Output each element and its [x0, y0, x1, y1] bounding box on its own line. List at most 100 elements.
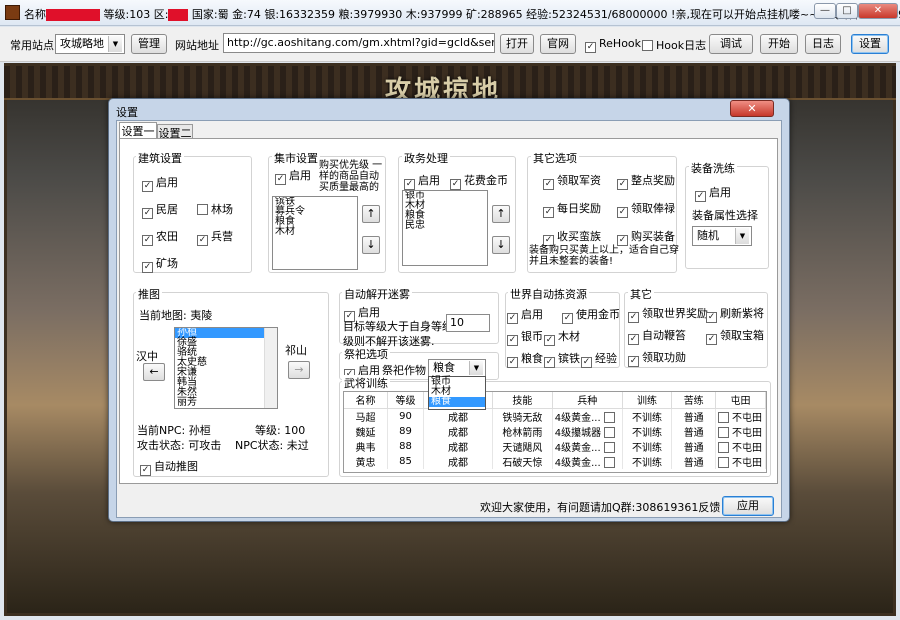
- other-checkbox[interactable]: ✓ 每日奖励: [543, 200, 601, 218]
- crop-select[interactable]: 粮食 ▼: [428, 359, 486, 377]
- url-input[interactable]: http://gc.aoshitang.com/gm.xhtml?gid=gcl…: [223, 33, 495, 53]
- column-header[interactable]: 兵种: [552, 392, 623, 409]
- misc-checkbox[interactable]: ✓ 领取宝箱: [706, 327, 764, 345]
- affairs-down-button[interactable]: ↓: [492, 236, 510, 254]
- misc-checkbox[interactable]: ✓ 领取功勋: [628, 349, 686, 367]
- crop-dropdown-list[interactable]: 银币 木材 粮食: [428, 376, 486, 410]
- market-priority-list[interactable]: 镔铁 募兵令 粮食 木材: [272, 196, 358, 270]
- general-troop[interactable]: 4级黄金...: [552, 438, 623, 454]
- equip-attr-select[interactable]: 随机 ▼: [692, 226, 752, 246]
- build-item-checkbox[interactable]: ✓ 农田: [142, 228, 178, 246]
- generals-table[interactable]: 名称 等级 技能 兵种 训练 苦练 屯田 马超 90 成都 铁骑无敌 4级黄金.…: [343, 391, 767, 473]
- hooklog-checkbox[interactable]: Hook日志: [642, 37, 706, 53]
- build-enable-checkbox[interactable]: ✓ 启用: [142, 174, 178, 192]
- list-item[interactable]: 木材: [273, 227, 357, 237]
- general-train[interactable]: 不训练: [622, 453, 673, 469]
- site-select[interactable]: 攻城略地 ▼: [55, 34, 125, 54]
- general-hard[interactable]: 普通: [671, 438, 716, 454]
- other-checkbox[interactable]: ✓ 购买装备: [617, 228, 675, 246]
- build-item-checkbox[interactable]: ✓ 民居: [142, 201, 178, 219]
- general-farm[interactable]: 不屯田: [715, 453, 766, 469]
- market-up-button[interactable]: ↑: [362, 205, 380, 223]
- column-header[interactable]: 名称: [344, 392, 389, 409]
- general-hard[interactable]: 普通: [671, 453, 716, 469]
- dialog-close-button[interactable]: ✕: [730, 100, 774, 117]
- misc-checkbox[interactable]: ✓ 刷新紫将: [706, 305, 764, 323]
- world-checkbox[interactable]: ✓ 使用金币: [562, 306, 620, 324]
- column-header[interactable]: 屯田: [715, 392, 766, 409]
- checkbox-icon[interactable]: [718, 411, 729, 423]
- affairs-spend-checkbox[interactable]: ✓ 花费金币: [450, 172, 508, 190]
- list-item[interactable]: 民忠: [403, 221, 487, 231]
- other-checkbox[interactable]: ✓ 整点奖励: [617, 172, 675, 190]
- table-row[interactable]: 典韦 88 成都 天谴飓风 4级黄金... 不训练 普通 不屯田: [344, 438, 766, 454]
- maximize-button[interactable]: □: [836, 3, 858, 19]
- npc-list[interactable]: 孙桓 徐盛 骆统 太史慈 宋谦 韩当 朱然 丽芳: [174, 327, 278, 409]
- debug-button[interactable]: 调试: [709, 34, 753, 54]
- general-train[interactable]: 不训练: [622, 423, 673, 439]
- table-row[interactable]: 马超 90 成都 铁骑无敌 4级黄金... 不训练 普通 不屯田: [344, 408, 766, 424]
- fog-target-input[interactable]: 10: [446, 314, 490, 332]
- column-header[interactable]: 苦练: [671, 392, 716, 409]
- general-hard[interactable]: 普通: [671, 423, 716, 439]
- general-troop[interactable]: 4级黄金...: [552, 408, 623, 424]
- table-row[interactable]: 黄忠 85 成都 石破天惊 4级黄金... 不训练 普通 不屯田: [344, 453, 766, 469]
- next-map-button[interactable]: →: [288, 361, 310, 379]
- world-checkbox[interactable]: ✓ 银币: [507, 328, 543, 346]
- open-button[interactable]: 打开: [500, 34, 534, 54]
- dropdown-option[interactable]: 粮食: [429, 397, 485, 407]
- build-item-checkbox[interactable]: ✓ 矿场: [142, 255, 178, 273]
- world-checkbox[interactable]: ✓ 木材: [544, 328, 580, 346]
- general-train[interactable]: 不训练: [622, 438, 673, 454]
- checkbox-icon[interactable]: [603, 456, 615, 468]
- manage-button[interactable]: 管理: [131, 34, 167, 54]
- world-checkbox[interactable]: ✓ 经验: [581, 350, 617, 368]
- market-down-button[interactable]: ↓: [362, 236, 380, 254]
- settings-button[interactable]: 设置: [851, 34, 889, 54]
- build-item-checkbox[interactable]: 林场: [197, 201, 233, 217]
- affairs-list[interactable]: 银币 木材 粮食 民忠: [402, 190, 488, 266]
- table-row[interactable]: 魏延 89 成都 枪林箭雨 4级攥城器 不训练 普通 不屯田: [344, 423, 766, 439]
- misc-checkbox[interactable]: ✓ 自动鞭笞: [628, 327, 686, 345]
- official-button[interactable]: 官网: [540, 34, 576, 54]
- general-train[interactable]: 不训练: [622, 408, 673, 424]
- prev-map-button[interactable]: ←: [143, 363, 165, 381]
- checkbox-icon[interactable]: [718, 441, 729, 453]
- other-checkbox[interactable]: ✓ 领取军资: [543, 172, 601, 190]
- apply-button[interactable]: 应用: [722, 496, 774, 516]
- start-button[interactable]: 开始: [760, 34, 798, 54]
- log-button[interactable]: 日志: [805, 34, 841, 54]
- checkbox-icon[interactable]: [603, 411, 615, 423]
- npc-status: NPC状态: 未过: [235, 439, 309, 452]
- checkbox-icon[interactable]: [604, 426, 616, 438]
- rehook-checkbox[interactable]: ✓ ReHook: [585, 37, 641, 53]
- other-checkbox[interactable]: ✓ 领取俸禄: [617, 200, 675, 218]
- general-hard[interactable]: 普通: [671, 408, 716, 424]
- column-header[interactable]: 训练: [622, 392, 673, 409]
- other-checkbox[interactable]: ✓ 收买蛮族: [543, 228, 601, 246]
- checkbox-icon[interactable]: [603, 441, 615, 453]
- general-farm[interactable]: 不屯田: [715, 423, 766, 439]
- general-troop[interactable]: 4级黄金...: [552, 453, 623, 469]
- world-checkbox[interactable]: ✓ 镔铁: [544, 350, 580, 368]
- close-window-button[interactable]: ✕: [858, 3, 898, 19]
- checkbox-icon[interactable]: [718, 426, 729, 438]
- auto-push-checkbox[interactable]: ✓ 自动推图: [140, 458, 198, 476]
- general-farm[interactable]: 不屯田: [715, 408, 766, 424]
- column-header[interactable]: 技能: [492, 392, 553, 409]
- affairs-enable-checkbox[interactable]: ✓ 启用: [404, 172, 440, 190]
- column-header[interactable]: 等级: [387, 392, 424, 409]
- minimize-button[interactable]: —: [814, 3, 836, 19]
- equip-enable-checkbox[interactable]: ✓ 启用: [695, 184, 731, 202]
- world-checkbox[interactable]: ✓ 粮食: [507, 350, 543, 368]
- misc-checkbox[interactable]: ✓ 领取世界奖励: [628, 305, 708, 323]
- list-item[interactable]: 丽芳: [175, 398, 277, 408]
- checkbox-icon[interactable]: [718, 456, 729, 468]
- npc-list-scrollbar[interactable]: [264, 328, 277, 408]
- affairs-up-button[interactable]: ↑: [492, 205, 510, 223]
- world-checkbox[interactable]: ✓ 启用: [507, 306, 543, 324]
- general-troop[interactable]: 4级攥城器: [552, 423, 623, 439]
- build-item-checkbox[interactable]: ✓ 兵营: [197, 228, 233, 246]
- general-farm[interactable]: 不屯田: [715, 438, 766, 454]
- market-enable-checkbox[interactable]: ✓ 启用: [275, 167, 311, 185]
